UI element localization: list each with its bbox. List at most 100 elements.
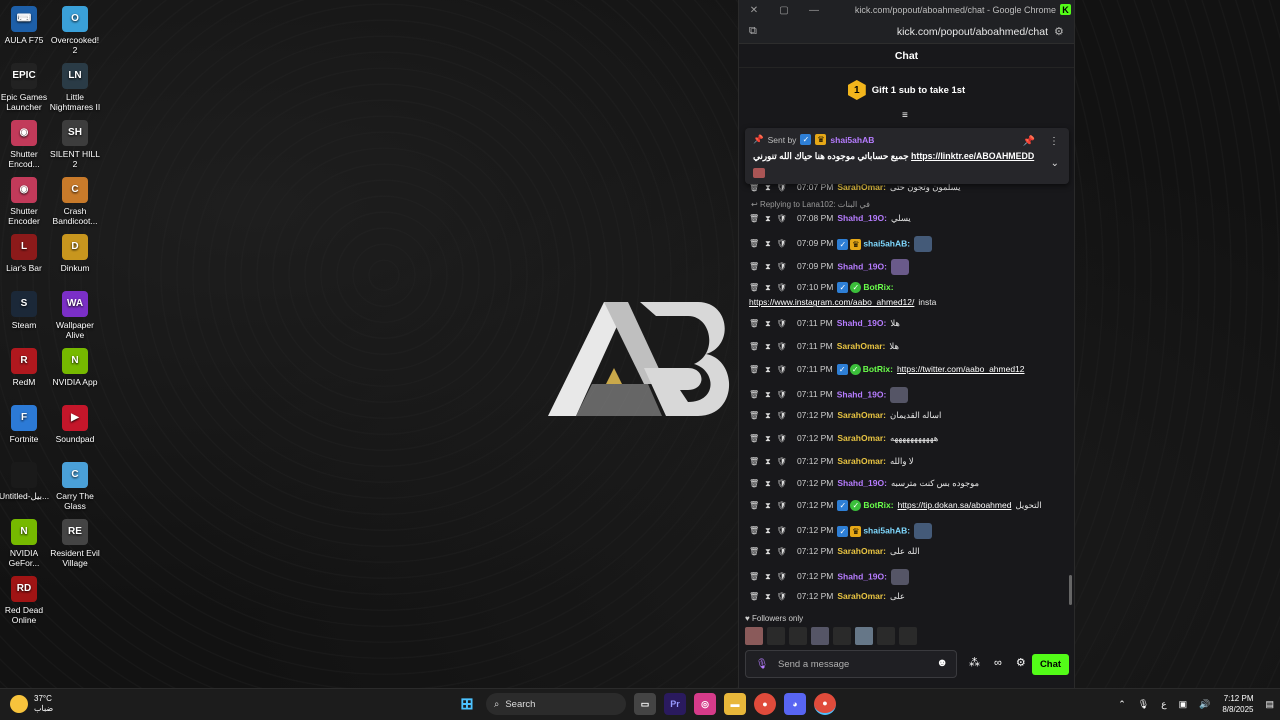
- maximize-icon[interactable]: ▢: [769, 0, 799, 20]
- desktop-icon[interactable]: D Dinkum: [48, 234, 102, 273]
- message-link[interactable]: https://twitter.com/aabo_ahmed12: [897, 364, 1025, 374]
- mod-tools-icon[interactable]: 🗑⧗🛡: [749, 457, 793, 466]
- desktop-icon[interactable]: C Carry The Glass: [48, 462, 102, 511]
- desktop-icon[interactable]: R RedM: [0, 348, 51, 387]
- mod-tools-icon[interactable]: 🗑⧗🛡: [749, 411, 793, 420]
- notification-icon[interactable]: ▤: [1265, 699, 1274, 710]
- discord-icon[interactable]: ◕: [784, 693, 806, 715]
- mod-tools-icon[interactable]: 🗑⧗🛡: [749, 547, 793, 556]
- desktop-icon[interactable]: ⌨ AULA F75: [0, 6, 51, 45]
- mod-tools-icon[interactable]: 🗑⧗🛡: [749, 526, 793, 535]
- mod-tools-icon[interactable]: 🗑⧗🛡: [749, 479, 793, 488]
- chat-message[interactable]: 🗑⧗🛡 07:09 PM ✓ ♛ shai5ahAB:: [749, 236, 1067, 252]
- message-username[interactable]: Shahd_19O:: [837, 389, 887, 399]
- emote[interactable]: [767, 627, 785, 645]
- emote[interactable]: [899, 627, 917, 645]
- message-link[interactable]: https://tip.dokan.sa/aboahmed: [898, 500, 1012, 510]
- emote[interactable]: [877, 627, 895, 645]
- chat-message[interactable]: 🗑⧗🛡 07:11 PM SarahOmar: هلا: [749, 341, 1067, 352]
- microphone-tray-icon[interactable]: 🎙: [1138, 699, 1149, 710]
- message-username[interactable]: BotRix:: [863, 282, 893, 292]
- mod-tools-icon[interactable]: 🗑⧗🛡: [749, 592, 793, 601]
- mod-tools-icon[interactable]: 🗑⧗🛡: [749, 239, 793, 248]
- desktop-icon[interactable]: ▶ Soundpad: [48, 405, 102, 444]
- chat-message[interactable]: 🗑⧗🛡 07:11 PM Shahd_19O:: [749, 387, 1067, 403]
- desktop-icon[interactable]: N NVIDIA App: [48, 348, 102, 387]
- message-username[interactable]: SarahOmar:: [837, 456, 886, 466]
- desktop-icon[interactable]: EPIC Epic Games Launcher: [0, 63, 51, 112]
- file-explorer-icon[interactable]: ▬: [724, 693, 746, 715]
- chat-scrollbar[interactable]: [1069, 575, 1072, 605]
- mod-tools-icon[interactable]: 🗑⧗🛡: [749, 342, 793, 351]
- chrome-icon[interactable]: ●: [754, 693, 776, 715]
- chat-message[interactable]: 🗑⧗🛡 07:12 PM SarahOmar: على: [749, 591, 1067, 602]
- message-username[interactable]: SarahOmar:: [837, 410, 886, 420]
- mod-tools-icon[interactable]: 🗑⧗🛡: [749, 390, 793, 399]
- chat-message[interactable]: 🗑⧗🛡 07:12 PM ✓ ✓ BotRix: https://tip.dokan.sa…: [749, 500, 1067, 512]
- emote[interactable]: [789, 627, 807, 645]
- mod-tools-icon[interactable]: 🗑⧗🛡: [749, 319, 793, 328]
- minimize-icon[interactable]: —: [799, 0, 829, 20]
- message-input[interactable]: [778, 658, 928, 670]
- desktop-icon[interactable]: WA Wallpaper Alive: [48, 291, 102, 340]
- weather-widget[interactable]: 37°C ضباب: [10, 694, 53, 714]
- mod-tools-icon[interactable]: 🗑⧗🛡: [749, 283, 793, 292]
- emote[interactable]: [745, 627, 763, 645]
- chevron-up-icon[interactable]: ⌃: [1118, 699, 1126, 710]
- chrome-active-icon[interactable]: ●: [814, 693, 836, 715]
- chat-message[interactable]: 🗑⧗🛡 07:11 PM ✓ ✓ BotRix: https://twitter.com/…: [749, 364, 1067, 376]
- chat-message[interactable]: 🗑⧗🛡 07:12 PM ✓ ♛ shai5ahAB:: [749, 523, 1067, 539]
- mod-tools-icon[interactable]: 🗑⧗🛡: [749, 365, 793, 374]
- message-username[interactable]: Shahd_19O:: [837, 261, 887, 271]
- mod-tools-icon[interactable]: 🗑⧗🛡: [749, 434, 793, 443]
- desktop-icon[interactable]: RE Resident Evil Village: [48, 519, 102, 568]
- site-settings-icon[interactable]: ⚙: [1054, 25, 1068, 39]
- unpin-icon[interactable]: 📌: [1023, 136, 1035, 147]
- emote[interactable]: [811, 627, 829, 645]
- camera-app-icon[interactable]: ◎: [694, 693, 716, 715]
- desktop-icon[interactable]: O Overcooked! 2: [48, 6, 102, 55]
- desktop-icon[interactable]: ◉ Shutter Encod...: [0, 120, 51, 169]
- taskbar-search[interactable]: ⌕ Search: [486, 693, 626, 715]
- message-username[interactable]: Shahd_19O:: [837, 213, 887, 223]
- emote[interactable]: [855, 627, 873, 645]
- mod-tools-icon[interactable]: 🗑⧗🛡: [749, 262, 793, 271]
- desktop-icon[interactable]: ◉ Shutter Encoder: [0, 177, 51, 226]
- pin-collapse-icon[interactable]: ≡: [902, 110, 908, 121]
- premiere-pro-icon[interactable]: Pr: [664, 693, 686, 715]
- pinned-sender[interactable]: shai5ahAB: [830, 135, 874, 145]
- message-username[interactable]: SarahOmar:: [837, 546, 886, 556]
- settings-gear-icon[interactable]: ⚙: [1016, 656, 1026, 669]
- chat-message[interactable]: 🗑⧗🛡 07:12 PM SarahOmar: اساله القديمان: [749, 410, 1067, 421]
- task-view-icon[interactable]: ▭: [634, 693, 656, 715]
- send-chat-button[interactable]: Chat: [1032, 654, 1069, 675]
- message-username[interactable]: Shahd_19O:: [837, 571, 887, 581]
- pinned-link[interactable]: https://linktr.ee/ABOAHMEDD: [911, 151, 1034, 161]
- chat-message[interactable]: 🗑⧗🛡 07:12 PM SarahOmar: الله على: [749, 546, 1067, 557]
- desktop-icon[interactable]: S Steam: [0, 291, 51, 330]
- windows-start-icon[interactable]: ⊞: [456, 693, 478, 715]
- message-username[interactable]: BotRix:: [863, 500, 893, 510]
- message-username[interactable]: SarahOmar:: [837, 591, 886, 601]
- mod-tools-icon[interactable]: 🗑⧗🛡: [749, 572, 793, 581]
- volume-icon[interactable]: 🔊: [1199, 699, 1210, 710]
- chat-message[interactable]: 🗑⧗🛡 07:11 PM Shahd_19O: هلا: [749, 318, 1067, 329]
- desktop-icon[interactable]: LN Little Nightmares II: [48, 63, 102, 112]
- chat-input-box[interactable]: 🎙 ☻: [745, 650, 957, 678]
- message-username[interactable]: Shahd_19O:: [837, 318, 887, 328]
- chevron-down-icon[interactable]: ⌄: [1051, 158, 1059, 169]
- desktop-icon[interactable]: C Crash Bandicoot...: [48, 177, 102, 226]
- desktop-icon[interactable]: N NVIDIA GeFor...: [0, 519, 51, 568]
- microphone-icon[interactable]: 🎙: [752, 659, 772, 670]
- desktop-icon[interactable]: SH SILENT HILL 2: [48, 120, 102, 169]
- message-username[interactable]: shai5ahAB:: [863, 238, 910, 248]
- chat-message[interactable]: 🗑⧗🛡 07:12 PM SarahOmar: لا والله: [749, 456, 1067, 467]
- message-username[interactable]: SarahOmar:: [837, 341, 886, 351]
- message-username[interactable]: BotRix:: [863, 364, 893, 374]
- message-username[interactable]: shai5ahAB:: [863, 525, 910, 535]
- chat-message[interactable]: 🗑⧗🛡 07:10 PM ✓ ✓ BotRix: https://www.instagra…: [749, 282, 1067, 307]
- url-text[interactable]: kick.com/popout/aboahmed/chat: [897, 26, 1048, 38]
- close-icon[interactable]: ✕: [739, 0, 769, 20]
- gift-sub-banner[interactable]: 1 Gift 1 sub to take 1st: [739, 68, 1074, 112]
- emote[interactable]: [833, 627, 851, 645]
